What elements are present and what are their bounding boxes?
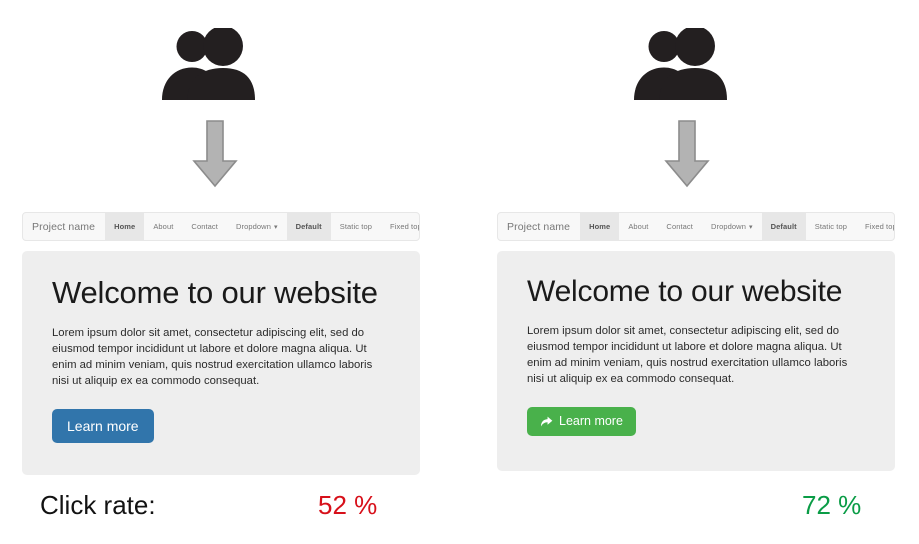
users-icon-wrap-a <box>0 28 426 100</box>
nav-item-home[interactable]: Home <box>580 213 620 240</box>
nav-item-label: Fixed top <box>865 222 895 231</box>
learn-more-button[interactable]: Learn more <box>527 406 636 436</box>
body-text: Lorem ipsum dolor sit amet, consectetur … <box>527 324 848 385</box>
cta-wrap-a: Learn more <box>52 408 390 443</box>
arrow-wrap-b <box>467 120 907 188</box>
chevron-down-icon: ▾ <box>273 223 278 231</box>
click-rate-label: Click rate: <box>40 490 156 520</box>
arrow-down-icon <box>664 120 710 188</box>
click-rate-row-b: 72 % <box>476 490 916 536</box>
nav-item-label: Fixed top <box>390 222 420 231</box>
nav-item-label: Static top <box>814 222 848 231</box>
nav-item-contact[interactable]: Contact <box>182 213 227 240</box>
nav-item-fixed-top[interactable]: Fixed top <box>856 213 895 240</box>
users-icon <box>162 28 255 100</box>
chevron-down-icon: ▾ <box>748 223 753 231</box>
nav-item-static-top[interactable]: Static top <box>331 213 381 240</box>
nav-item-contact[interactable]: Contact <box>657 213 702 240</box>
nav-item-label: Dropdown <box>235 222 271 231</box>
learn-more-label: Learn more <box>67 417 139 434</box>
body-text: Lorem ipsum dolor sit amet, consectetur … <box>52 326 373 387</box>
navbar-brand[interactable]: Project name <box>498 213 580 240</box>
jumbotron-b: Welcome to our website Lorem ipsum dolor… <box>497 251 895 471</box>
click-rate-value-a: 52 % <box>318 490 378 520</box>
nav-item-label: Dropdown <box>710 222 746 231</box>
navbar-items-b: Home About Contact Dropdown ▾ Default St… <box>580 213 895 240</box>
nav-item-label: Static top <box>339 222 373 231</box>
learn-more-label: Learn more <box>559 413 623 428</box>
share-arrow-icon <box>540 415 553 428</box>
users-icon-wrap-b <box>458 28 898 100</box>
nav-item-fixed-top[interactable]: Fixed top <box>381 213 420 240</box>
nav-item-about[interactable]: About <box>619 213 657 240</box>
nav-item-label: Contact <box>666 222 693 231</box>
nav-item-label: Default <box>770 222 797 231</box>
nav-item-default[interactable]: Default <box>286 213 331 240</box>
website-mock-b: Project name Home About Contact Dropdown… <box>497 212 895 471</box>
page-title: Welcome to our website <box>527 275 843 308</box>
navbar-brand[interactable]: Project name <box>23 213 105 240</box>
learn-more-button[interactable]: Learn more <box>52 408 154 443</box>
nav-item-dropdown[interactable]: Dropdown ▾ <box>227 213 287 240</box>
click-rate-row-a: Click rate: 52 % <box>0 490 440 536</box>
variant-a-column: Project name Home About Contact Dropdown… <box>0 0 440 544</box>
navbar-b: Project name Home About Contact Dropdown… <box>497 212 895 241</box>
cta-wrap-b: Learn more <box>527 406 865 436</box>
click-rate-value-b: 72 % <box>802 490 862 520</box>
nav-item-label: Default <box>295 222 322 231</box>
nav-item-about[interactable]: About <box>144 213 182 240</box>
arrow-wrap-a <box>0 120 435 188</box>
website-mock-a: Project name Home About Contact Dropdown… <box>22 212 420 475</box>
arrow-down-icon <box>192 120 238 188</box>
navbar-items-a: Home About Contact Dropdown ▾ Default St… <box>105 213 420 240</box>
navbar-a: Project name Home About Contact Dropdown… <box>22 212 420 241</box>
nav-item-default[interactable]: Default <box>761 213 806 240</box>
page-title: Welcome to our website <box>52 275 378 310</box>
jumbotron-a: Welcome to our website Lorem ipsum dolor… <box>22 251 420 475</box>
nav-item-label: About <box>153 222 174 231</box>
nav-item-label: Home <box>589 222 611 231</box>
variant-b-column: Project name Home About Contact Dropdown… <box>476 0 916 544</box>
nav-item-label: About <box>628 222 649 231</box>
ab-test-comparison: Project name Home About Contact Dropdown… <box>0 0 919 544</box>
nav-item-label: Home <box>114 222 136 231</box>
nav-item-home[interactable]: Home <box>105 213 145 240</box>
nav-item-label: Contact <box>191 222 218 231</box>
nav-item-static-top[interactable]: Static top <box>806 213 856 240</box>
nav-item-dropdown[interactable]: Dropdown ▾ <box>702 213 762 240</box>
users-icon <box>634 28 727 100</box>
